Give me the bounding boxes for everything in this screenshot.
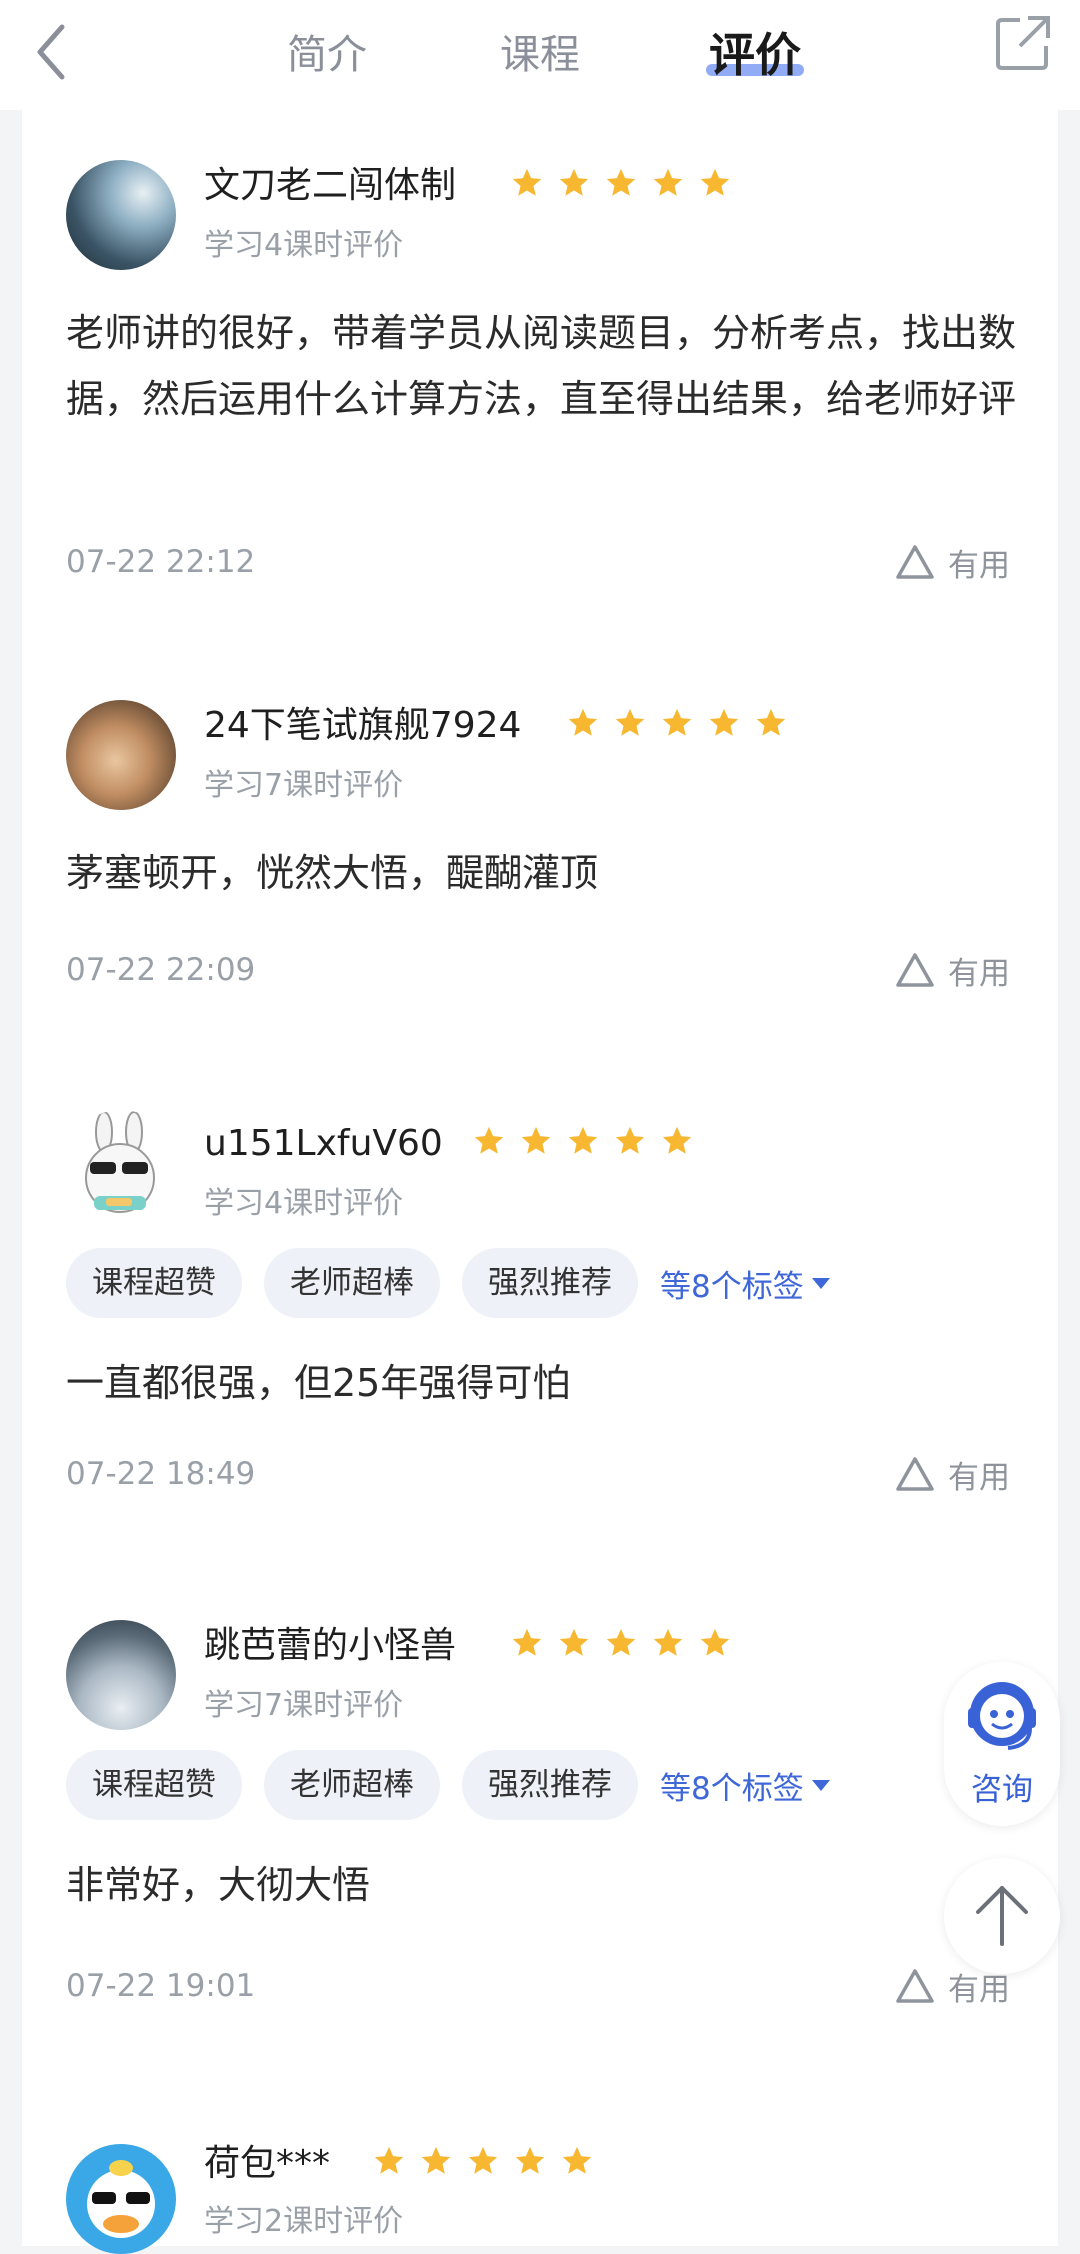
back-to-top-button[interactable] <box>944 1858 1060 1974</box>
star-icon <box>374 2146 404 2174</box>
top-nav-bar: 简介 课程 评价 <box>0 0 1080 110</box>
review-list: 文刀老二闯体制 学习4课时评价 老师讲的很好，带着学员从阅读题目，分析考点，找出… <box>22 110 1058 2254</box>
star-icon <box>512 1628 542 1656</box>
star-icon <box>607 1628 636 1656</box>
useful-label: 有用 <box>948 547 1010 584</box>
star-icon <box>559 1628 589 1656</box>
star-icon <box>512 168 542 196</box>
tag-chip[interactable]: 课程超赞 <box>66 1248 242 1318</box>
rating-stars <box>510 166 740 206</box>
tag-chip[interactable]: 强烈推荐 <box>462 1248 638 1318</box>
rating-stars <box>566 706 796 746</box>
rating-stars <box>472 1124 702 1164</box>
useful-label: 有用 <box>948 1459 1010 1496</box>
username[interactable]: 文刀老二闯体制 <box>204 162 456 210</box>
star-icon <box>654 168 683 196</box>
avatar[interactable] <box>66 700 176 810</box>
review-tags: 课程超赞 老师超棒 强烈推荐 等8个标签 <box>66 1750 830 1820</box>
more-tags-label: 等8个标签 <box>660 1770 804 1807</box>
consult-label: 咨询 <box>971 1772 1033 1808</box>
star-icon <box>569 1126 598 1154</box>
star-icon <box>710 708 739 736</box>
more-tags-toggle[interactable]: 等8个标签 <box>660 1763 830 1808</box>
thumb-up-outline-icon <box>896 1457 934 1491</box>
useful-button[interactable]: 有用 <box>894 1452 1010 1496</box>
arrow-up-icon <box>976 1886 1028 1946</box>
review-subtitle: 学习4课时评价 <box>204 1186 404 1221</box>
avatar[interactable] <box>66 2144 176 2254</box>
duck-avatar-icon <box>87 2160 155 2238</box>
star-icon <box>469 2146 498 2174</box>
review-time: 07-22 22:12 <box>66 544 256 580</box>
avatar[interactable] <box>66 1110 176 1220</box>
review-item: 荷包*** 学习2课时评价 <box>22 2100 1058 2254</box>
tag-chip[interactable]: 老师超棒 <box>264 1248 440 1318</box>
star-icon <box>421 2146 451 2174</box>
avatar[interactable] <box>66 160 176 270</box>
customer-service-icon <box>968 1682 1036 1750</box>
rating-stars <box>372 2144 602 2184</box>
review-tags: 课程超赞 老师超棒 强烈推荐 等8个标签 <box>66 1248 830 1318</box>
review-content: 茅塞顿开，恍然大悟，醍醐灌顶 <box>66 851 599 895</box>
review-time: 07-22 18:49 <box>66 1456 256 1492</box>
more-tags-toggle[interactable]: 等8个标签 <box>660 1261 830 1306</box>
back-button[interactable] <box>22 12 82 82</box>
star-icon <box>663 1126 692 1154</box>
useful-button[interactable]: 有用 <box>894 948 1010 992</box>
star-icon <box>616 1126 645 1154</box>
username[interactable]: 24下笔试旗舰7924 <box>204 702 521 750</box>
caret-down-icon <box>811 1779 830 1791</box>
chevron-left-icon <box>37 24 65 80</box>
star-icon <box>607 168 636 196</box>
review-item: 文刀老二闯体制 学习4课时评价 老师讲的很好，带着学员从阅读题目，分析考点，找出… <box>22 110 1058 670</box>
consult-button[interactable]: 咨询 <box>944 1662 1060 1826</box>
star-icon <box>521 1126 551 1154</box>
review-time: 07-22 22:09 <box>66 952 256 988</box>
review-item: 跳芭蕾的小怪兽 学习7课时评价 课程超赞 老师超棒 强烈推荐 等8个标签 非常好… <box>22 1580 1058 2100</box>
star-icon <box>559 168 589 196</box>
review-item: u151LxfuV60 学习4课时评价 课程超赞 老师超棒 强烈推荐 等8个标签… <box>22 1070 1058 1580</box>
star-icon <box>701 1628 730 1656</box>
star-icon <box>701 168 730 196</box>
tab-intro[interactable]: 简介 <box>272 20 382 90</box>
useful-label: 有用 <box>948 955 1010 992</box>
review-content: 老师讲的很好，带着学员从阅读题目，分析考点，找出数据，然后运用什么计算方法，直至… <box>66 311 1017 421</box>
star-icon <box>568 708 598 736</box>
review-content: 一直都很强，但25年强得可怕 <box>66 1361 571 1405</box>
useful-button[interactable]: 有用 <box>894 540 1010 584</box>
tag-chip[interactable]: 强烈推荐 <box>462 1750 638 1820</box>
star-icon <box>563 2146 592 2174</box>
username[interactable]: 荷包*** <box>204 2140 330 2188</box>
review-content: 非常好，大彻大悟 <box>66 1863 371 1907</box>
star-icon <box>663 708 692 736</box>
star-icon <box>516 2146 545 2174</box>
caret-down-icon <box>811 1277 830 1289</box>
star-icon <box>757 708 786 736</box>
thumb-up-outline-icon <box>896 953 934 987</box>
share-button[interactable] <box>992 12 1054 74</box>
avatar[interactable] <box>66 1620 176 1730</box>
external-share-icon <box>996 16 1050 70</box>
username[interactable]: 跳芭蕾的小怪兽 <box>204 1622 456 1670</box>
tab-reviews[interactable]: 评价 <box>700 20 810 90</box>
bunny-avatar-icon <box>85 1111 155 1213</box>
star-icon <box>615 708 645 736</box>
thumb-up-outline-icon <box>896 545 934 579</box>
review-subtitle: 学习4课时评价 <box>204 228 404 263</box>
tag-chip[interactable]: 老师超棒 <box>264 1750 440 1820</box>
rating-stars <box>510 1626 740 1666</box>
review-subtitle: 学习2课时评价 <box>204 2204 404 2239</box>
review-subtitle: 学习7课时评价 <box>204 768 404 803</box>
review-item: 24下笔试旗舰7924 学习7课时评价 茅塞顿开，恍然大悟，醍醐灌顶 07-22… <box>22 670 1058 1070</box>
username[interactable]: u151LxfuV60 <box>204 1120 443 1168</box>
thumb-up-outline-icon <box>896 1969 934 2003</box>
tag-chip[interactable]: 课程超赞 <box>66 1750 242 1820</box>
review-time: 07-22 19:01 <box>66 1968 256 2004</box>
star-icon <box>654 1628 683 1656</box>
more-tags-label: 等8个标签 <box>660 1268 804 1305</box>
star-icon <box>474 1126 504 1154</box>
review-subtitle: 学习7课时评价 <box>204 1688 404 1723</box>
tab-course[interactable]: 课程 <box>485 20 595 90</box>
